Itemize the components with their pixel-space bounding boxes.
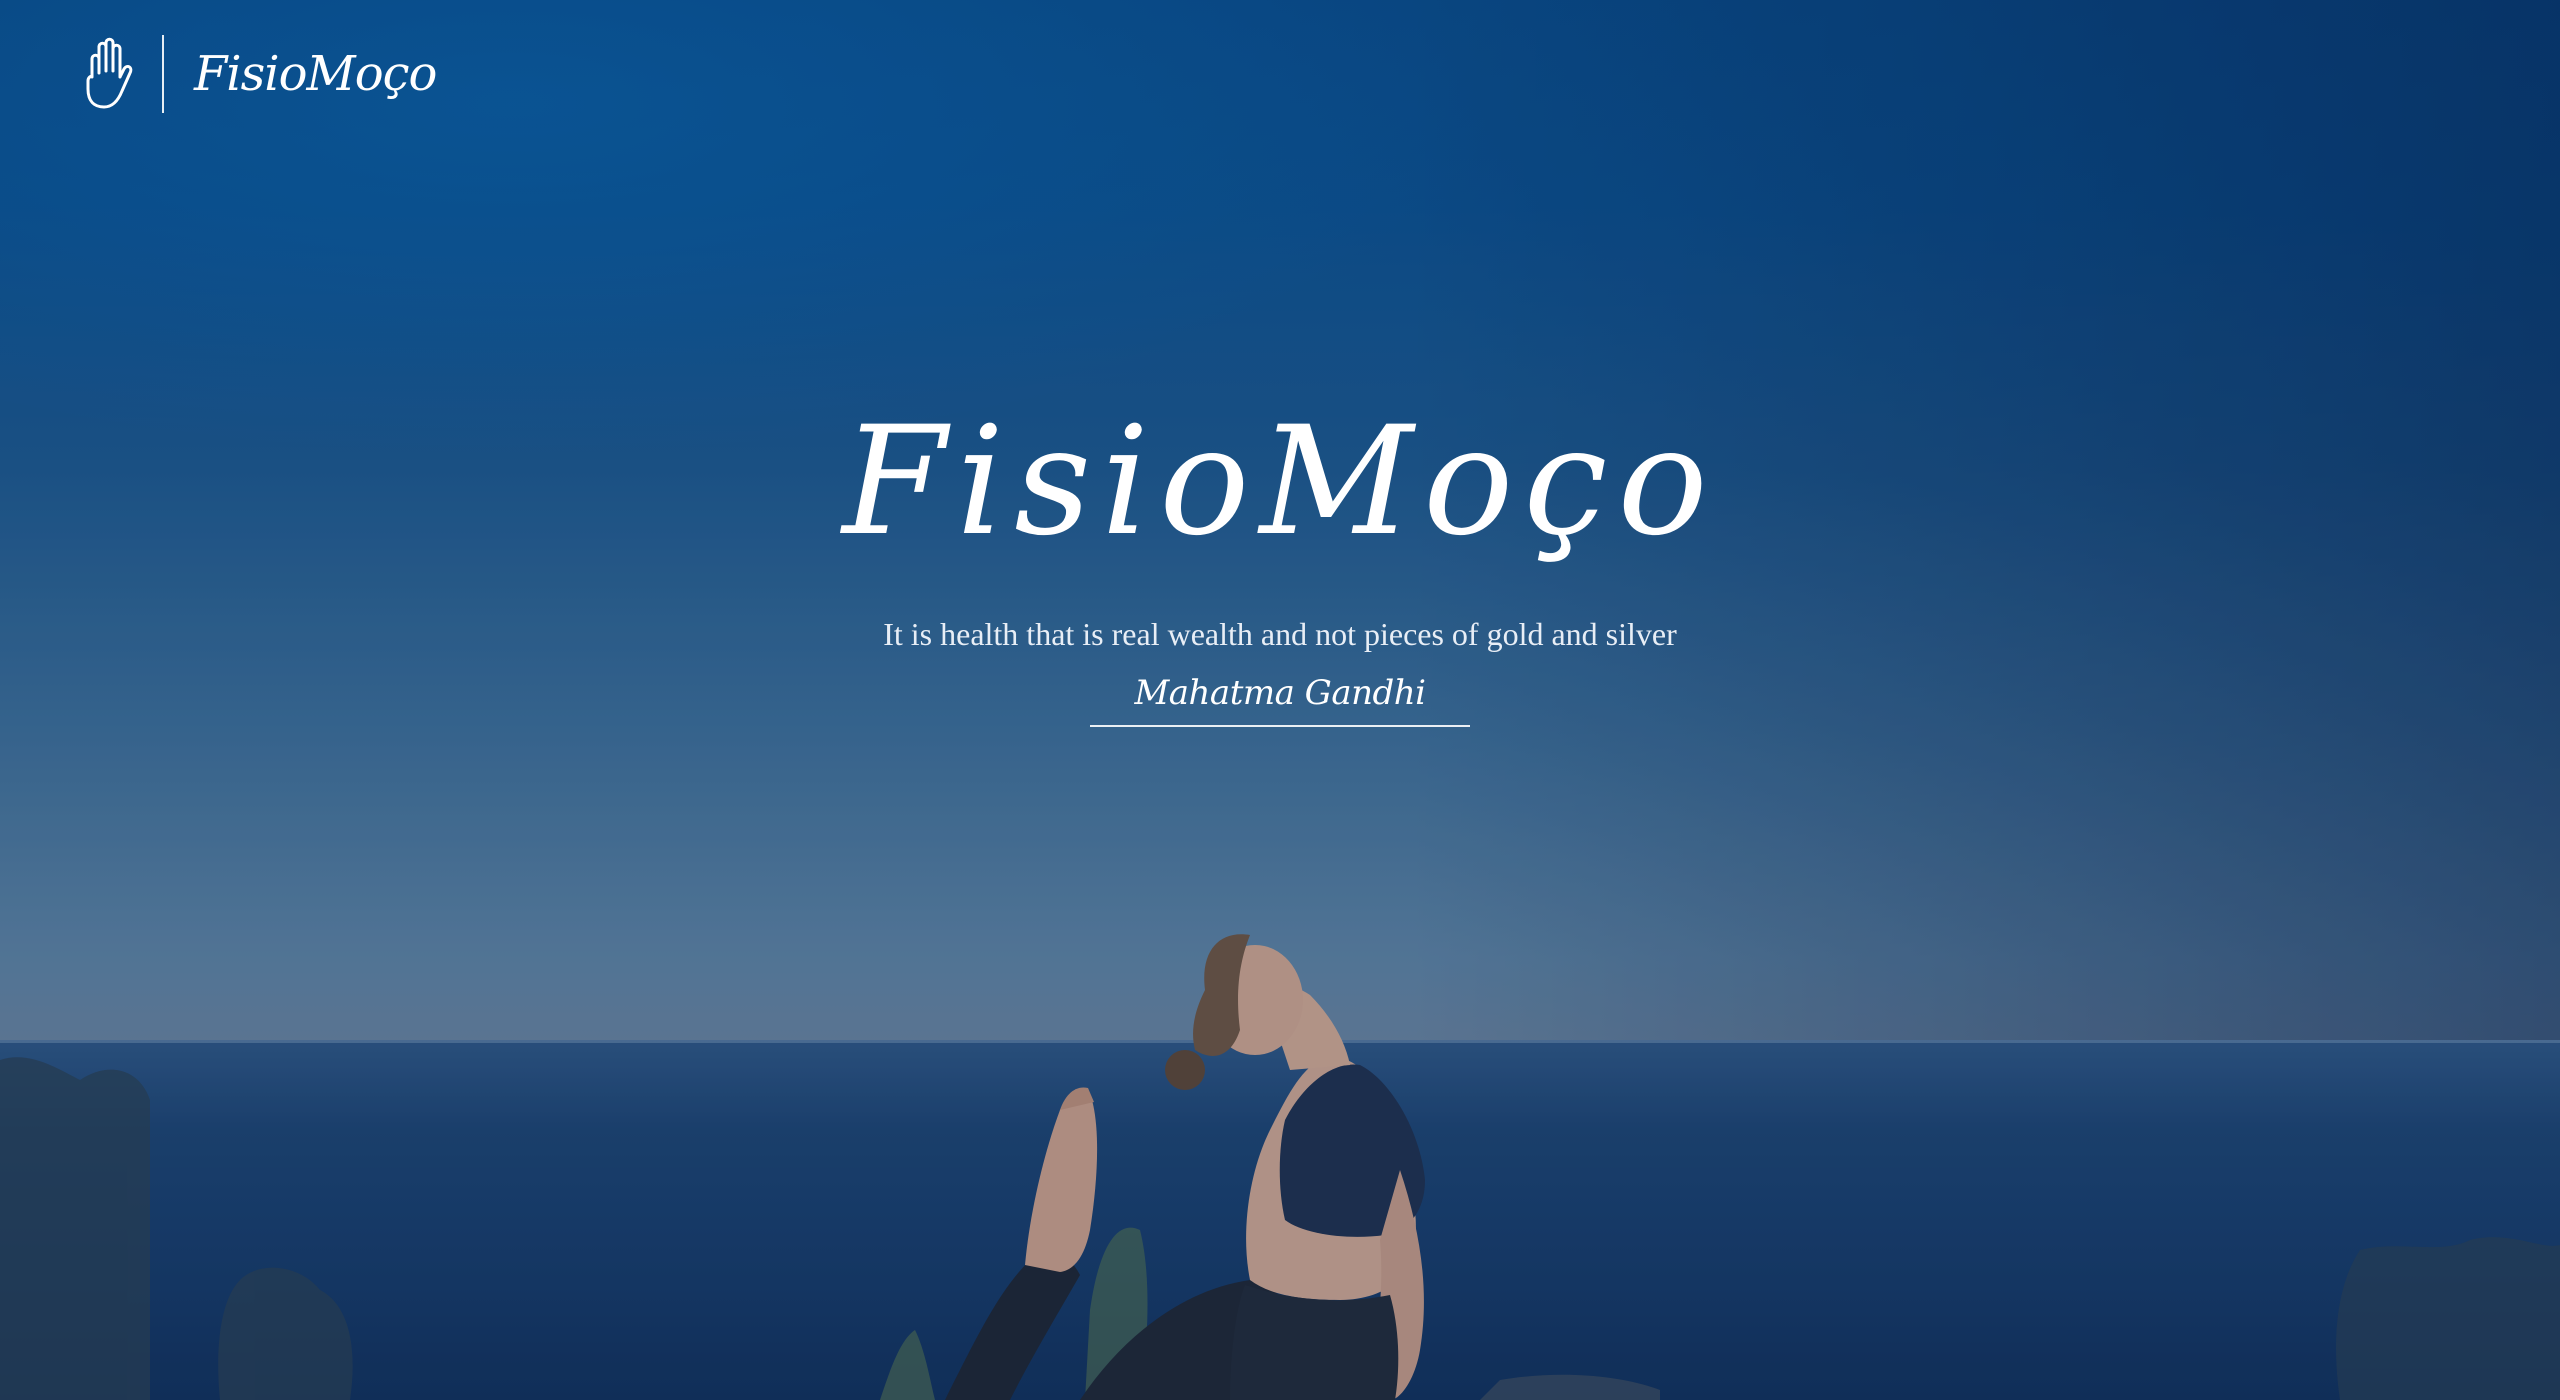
raised-hand-icon[interactable]	[78, 37, 140, 111]
hero-title: FisioMoço	[842, 395, 1718, 569]
site-header: FisioMoço	[78, 34, 437, 114]
brand-logo-link[interactable]: FisioMoço	[194, 50, 437, 98]
quote-author: Mahatma Gandhi	[1090, 673, 1470, 728]
hero-quote: It is health that is real wealth and not…	[883, 616, 1677, 652]
logo-divider	[162, 35, 164, 113]
hero-section: FisioMoço It is health that is real weal…	[0, 395, 2560, 728]
landing-page: FisioMoço FisioMoço It is health that is…	[0, 0, 2560, 1400]
